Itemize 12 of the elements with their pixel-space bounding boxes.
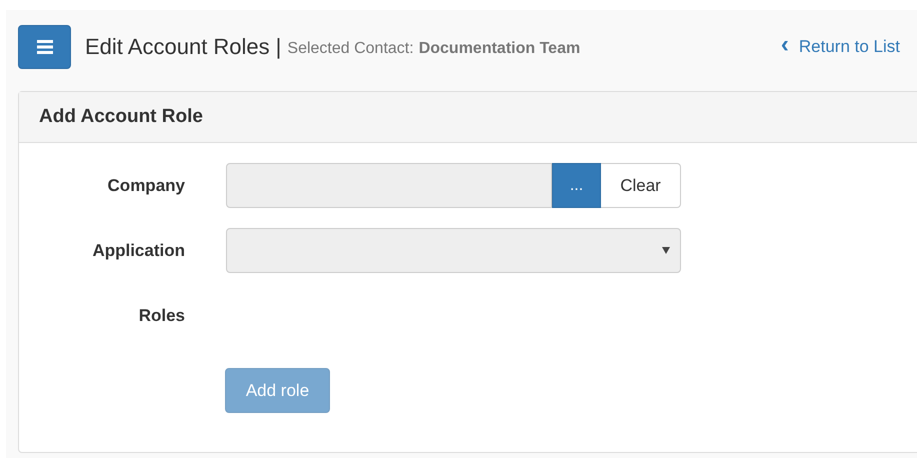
- page-title: Edit Account Roles: [85, 34, 270, 60]
- title-separator: |: [276, 34, 282, 60]
- field-label: Roles: [138, 306, 185, 326]
- menu-icon: [36, 40, 52, 54]
- dropdown-caret-icon: [662, 247, 670, 254]
- return-link[interactable]: ‹ Return to List: [780, 37, 900, 57]
- field-label: Application: [91, 240, 185, 260]
- panel-heading: Add Account Role: [19, 92, 917, 143]
- field-label: Company: [106, 176, 185, 196]
- contact-label: Selected Contact:: [287, 40, 414, 58]
- contact-name: Documentation Team: [418, 40, 580, 58]
- menu-button[interactable]: [18, 25, 71, 69]
